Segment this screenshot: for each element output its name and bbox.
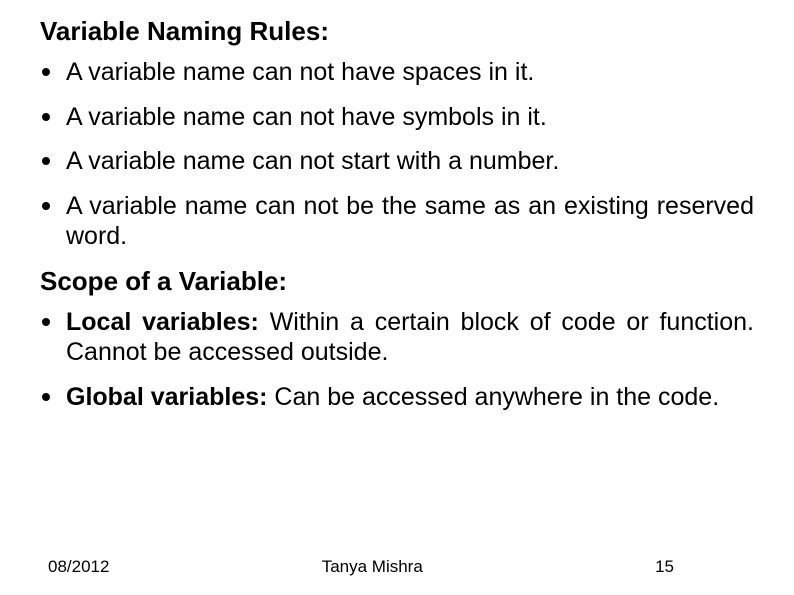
list-item: A variable name can not be the same as a… [40, 191, 754, 252]
slide: Variable Naming Rules: A variable name c… [0, 0, 794, 595]
slide-footer: 08/2012 Tanya Mishra 15 [0, 557, 794, 577]
list-item: Global variables: Can be accessed anywhe… [40, 382, 754, 413]
footer-page-number: 15 [655, 557, 674, 577]
list-item: Local variables: Within a certain block … [40, 307, 754, 368]
naming-rules-list: A variable name can not have spaces in i… [40, 57, 754, 252]
scope-list: Local variables: Within a certain block … [40, 307, 754, 413]
list-item: A variable name can not have symbols in … [40, 102, 754, 133]
scope-rest: Can be accessed anywhere in the code. [274, 383, 719, 411]
footer-date: 08/2012 [48, 557, 109, 577]
list-item: A variable name can not have spaces in i… [40, 57, 754, 88]
heading-naming-rules: Variable Naming Rules: [40, 16, 754, 47]
heading-scope: Scope of a Variable: [40, 266, 754, 297]
footer-author: Tanya Mishra [322, 557, 423, 577]
scope-lead: Local variables: [66, 308, 270, 336]
list-item: A variable name can not start with a num… [40, 146, 754, 177]
scope-lead: Global variables: [66, 383, 274, 411]
